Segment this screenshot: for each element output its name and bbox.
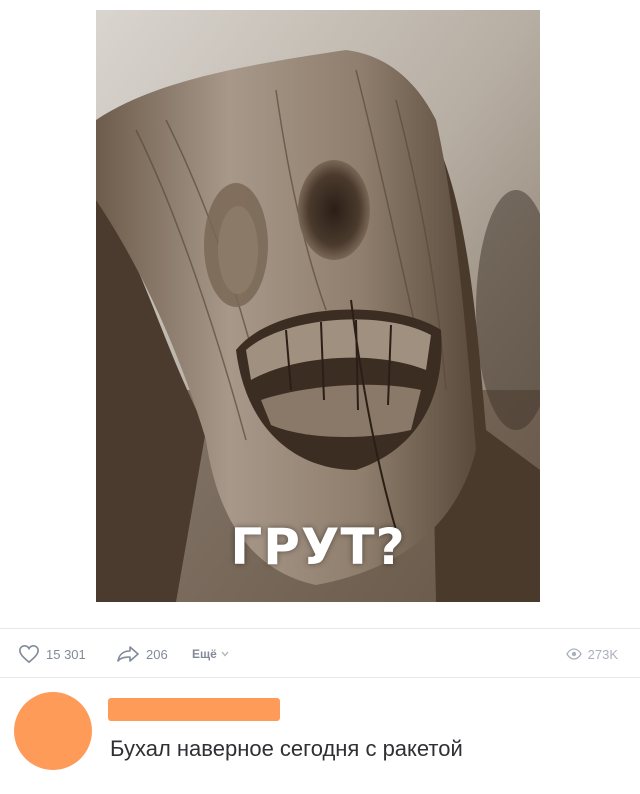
likes-count: 15 301 bbox=[46, 646, 86, 662]
image-caption: ГРУТ? bbox=[230, 518, 406, 576]
comment: Бухал наверное сегодня с ракетой bbox=[0, 678, 640, 794]
more-button[interactable]: Ещё bbox=[192, 643, 229, 665]
post-photo[interactable]: ГРУТ? bbox=[96, 10, 540, 602]
heart-icon bbox=[18, 644, 40, 664]
post-action-bar: 15 301 206 Ещё 273K bbox=[0, 628, 640, 678]
shares-count: 206 bbox=[146, 646, 168, 662]
avatar[interactable] bbox=[14, 692, 92, 770]
share-button[interactable]: 206 bbox=[116, 643, 168, 665]
tree-stump-illustration bbox=[96, 10, 540, 602]
share-arrow-icon bbox=[116, 645, 140, 663]
chevron-down-icon bbox=[221, 651, 229, 657]
like-button[interactable]: 15 301 bbox=[18, 643, 86, 665]
views-count: 273K bbox=[587, 646, 618, 662]
views-counter: 273K bbox=[565, 643, 618, 665]
more-label: Ещё bbox=[192, 647, 217, 661]
redacted-author-name[interactable] bbox=[108, 698, 280, 721]
comment-text: Бухал наверное сегодня с ракетой bbox=[110, 736, 463, 761]
eye-icon bbox=[565, 648, 582, 660]
